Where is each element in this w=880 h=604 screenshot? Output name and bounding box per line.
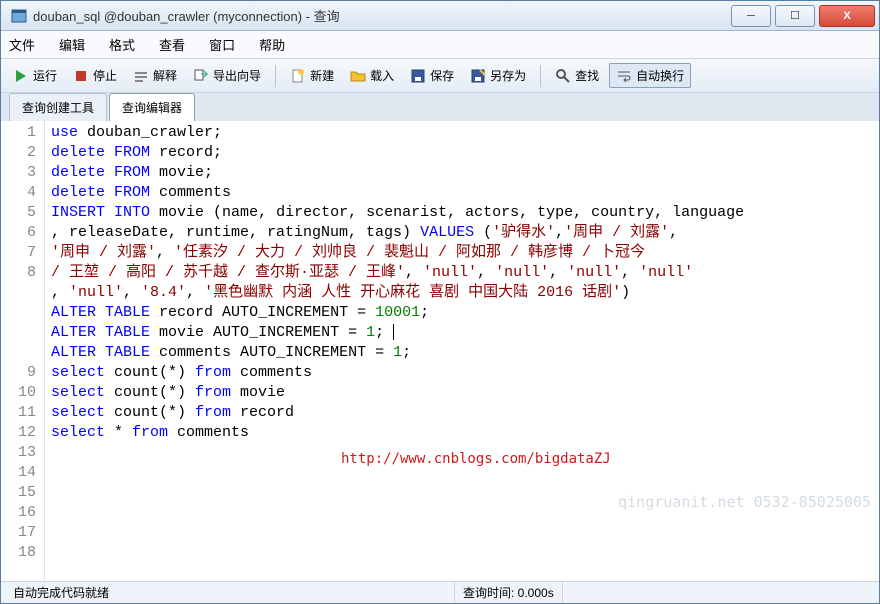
stop-label: 停止 (93, 67, 117, 84)
folder-open-icon (350, 68, 366, 84)
menu-view[interactable]: 查看 (159, 35, 185, 54)
save-label: 保存 (430, 67, 454, 84)
play-icon (13, 68, 29, 84)
auto-wrap-button[interactable]: 自动换行 (609, 63, 691, 88)
close-button[interactable]: X (819, 5, 875, 27)
titlebar[interactable]: douban_sql @douban_crawler (myconnection… (1, 1, 879, 31)
new-icon (290, 68, 306, 84)
status-right: 查询时间: 0.000s (455, 582, 563, 603)
search-icon (555, 68, 571, 84)
export-icon (193, 68, 209, 84)
maximize-button[interactable]: ☐ (775, 5, 815, 27)
toolbar: 运行 停止 解释 导出向导 新建 载入 保存 另存为 (1, 59, 879, 93)
app-icon (11, 8, 27, 24)
find-label: 查找 (575, 67, 599, 84)
minimize-button[interactable]: ─ (731, 5, 771, 27)
editor-tabs: 查询创建工具 查询编辑器 (1, 93, 879, 121)
run-button[interactable]: 运行 (7, 64, 63, 87)
load-label: 载入 (370, 67, 394, 84)
code-area[interactable]: use douban_crawler;delete FROM record;de… (45, 121, 879, 581)
explain-label: 解释 (153, 67, 177, 84)
toolbar-separator (275, 65, 276, 87)
code-editor[interactable]: 12345678 9101112131415161718 use douban_… (1, 121, 879, 581)
explain-button[interactable]: 解释 (127, 64, 183, 87)
tab-query-editor[interactable]: 查询编辑器 (109, 93, 195, 121)
run-label: 运行 (33, 67, 57, 84)
stop-button[interactable]: 停止 (67, 64, 123, 87)
menubar: 文件 编辑 格式 查看 窗口 帮助 (1, 31, 879, 59)
window-title: douban_sql @douban_crawler (myconnection… (33, 6, 731, 25)
menu-file[interactable]: 文件 (9, 35, 35, 54)
save-button[interactable]: 保存 (404, 64, 460, 87)
export-wizard-button[interactable]: 导出向导 (187, 64, 267, 87)
line-number-gutter: 12345678 9101112131415161718 (1, 121, 45, 581)
menu-format[interactable]: 格式 (109, 35, 135, 54)
export-label: 导出向导 (213, 67, 261, 84)
toolbar-separator (540, 65, 541, 87)
menu-window[interactable]: 窗口 (209, 35, 235, 54)
status-left: 自动完成代码就绪 (5, 582, 455, 603)
window-controls: ─ ☐ X (731, 5, 875, 27)
stop-icon (73, 68, 89, 84)
wrap-icon (616, 68, 632, 84)
find-button[interactable]: 查找 (549, 64, 605, 87)
statusbar: 自动完成代码就绪 查询时间: 0.000s (1, 581, 879, 603)
menu-edit[interactable]: 编辑 (59, 35, 85, 54)
load-button[interactable]: 载入 (344, 64, 400, 87)
new-label: 新建 (310, 67, 334, 84)
tab-query-builder[interactable]: 查询创建工具 (9, 93, 107, 121)
application-window: douban_sql @douban_crawler (myconnection… (0, 0, 880, 604)
save-as-button[interactable]: 另存为 (464, 64, 532, 87)
save-as-label: 另存为 (490, 67, 526, 84)
save-as-icon (470, 68, 486, 84)
new-button[interactable]: 新建 (284, 64, 340, 87)
menu-help[interactable]: 帮助 (259, 35, 285, 54)
explain-icon (133, 68, 149, 84)
save-icon (410, 68, 426, 84)
auto-wrap-label: 自动换行 (636, 67, 684, 84)
